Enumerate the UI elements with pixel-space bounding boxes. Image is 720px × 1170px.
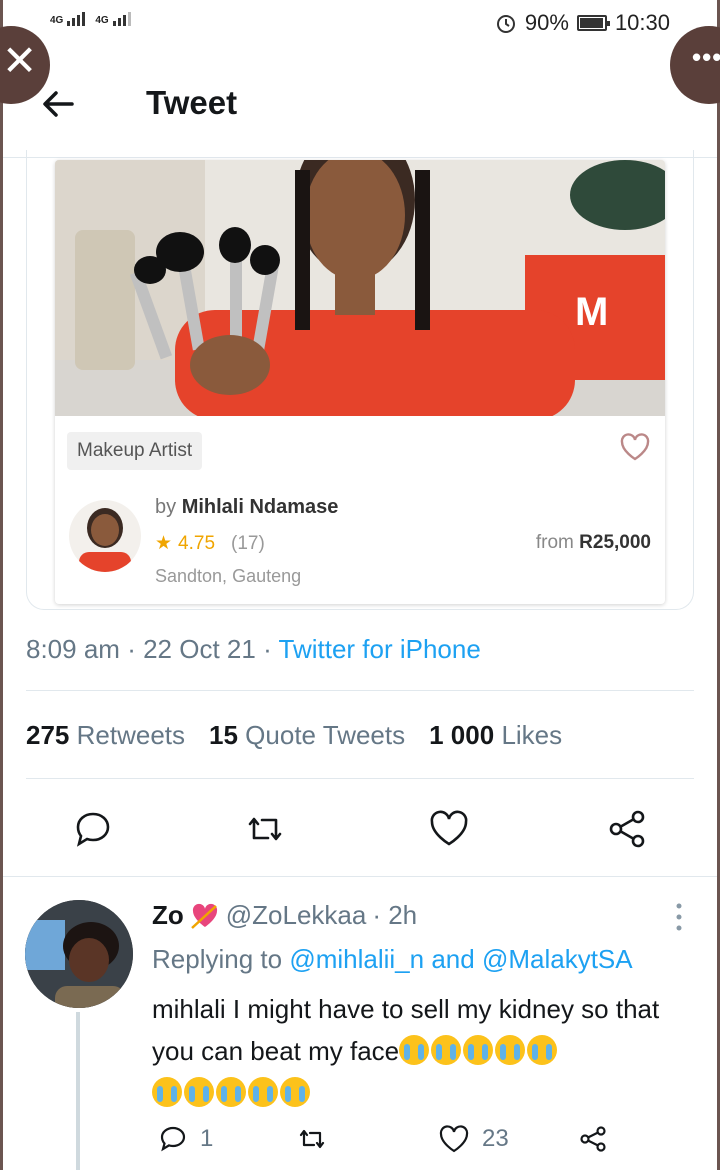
reply-share-button[interactable] xyxy=(578,1124,608,1154)
retweets-number: 275 xyxy=(26,720,70,750)
comment-icon[interactable] xyxy=(70,806,116,852)
reply-header: Zo @ZoLekkaa · 2h xyxy=(152,900,417,931)
signal-indicators: 4G 4G xyxy=(50,12,131,26)
tweet-header: Tweet xyxy=(0,60,720,158)
mention-link[interactable]: @MalakytSA xyxy=(482,944,633,974)
reply-author-name[interactable]: Zo xyxy=(152,900,184,931)
reply-time: · 2h xyxy=(372,900,418,930)
reply-count: 1 xyxy=(200,1125,214,1152)
mention-conjunction: and xyxy=(431,944,475,974)
tweet-timestamp: 8:09 am · 22 Oct 21 · Twitter for iPhone xyxy=(26,634,481,665)
reply-action-bar: 1 23 xyxy=(0,1124,720,1164)
heart-icon xyxy=(439,1125,469,1153)
signal-icon: 4G xyxy=(95,12,131,26)
divider xyxy=(0,876,720,877)
crying-emoji-icon xyxy=(152,1077,312,1108)
separator: · xyxy=(263,634,272,664)
like-count: 23 xyxy=(482,1125,509,1152)
artist-name[interactable]: Mihlali Ndamase xyxy=(182,496,339,518)
page-title: Tweet xyxy=(146,84,238,121)
network-label: 4G xyxy=(50,15,64,26)
signal-icon: 4G xyxy=(50,12,86,26)
share-icon xyxy=(580,1126,606,1152)
close-icon: ✕ xyxy=(2,36,38,85)
reply-text: mihlali I might have to sell my kidney s… xyxy=(152,988,692,1114)
price: from R25,000 xyxy=(536,532,651,554)
arrow-left-icon[interactable] xyxy=(38,84,78,124)
crying-emoji-icon xyxy=(399,1035,559,1066)
location: Sandton, Gauteng xyxy=(155,566,302,586)
by-prefix: by xyxy=(155,496,177,518)
svg-text:M: M xyxy=(575,290,608,334)
heart-icon[interactable] xyxy=(426,806,472,852)
price-amount: R25,000 xyxy=(579,532,651,553)
engagement-counts: 275 Retweets 15 Quote Tweets 1 000 Likes xyxy=(26,720,562,751)
divider xyxy=(26,778,694,779)
heart-icon[interactable] xyxy=(619,432,651,462)
reply-author-handle[interactable]: @ZoLekkaa xyxy=(226,900,367,931)
divider xyxy=(26,690,694,691)
rating: ★ 4.75 (17) xyxy=(155,532,265,555)
reply-comment-button[interactable]: 1 xyxy=(158,1124,213,1154)
tweet-source-link[interactable]: Twitter for iPhone xyxy=(279,634,481,664)
likes-count[interactable]: 1 000 Likes xyxy=(429,720,562,751)
retweet-icon xyxy=(299,1129,325,1149)
price-prefix: from xyxy=(535,532,574,553)
status-right: 90% 10:30 xyxy=(495,10,670,36)
retweets-label: Retweets xyxy=(76,720,186,750)
heart-arrow-emoji-icon xyxy=(190,903,217,929)
clock: 10:30 xyxy=(614,10,670,35)
rating-value: 4.75 xyxy=(178,532,216,554)
tweet-date: 22 Oct 21 xyxy=(143,634,256,664)
battery-icon xyxy=(576,15,610,31)
quote-tweets-count[interactable]: 15 Quote Tweets xyxy=(209,720,405,751)
quotes-number: 15 xyxy=(209,720,238,750)
replying-prefix: Replying to xyxy=(152,944,283,974)
likes-label: Likes xyxy=(501,720,563,750)
reply-retweet-button[interactable] xyxy=(296,1124,328,1154)
category-tag[interactable]: Makeup Artist xyxy=(67,432,203,470)
mention-link[interactable]: @mihlalii_n xyxy=(289,944,424,974)
star-icon: ★ xyxy=(155,533,173,554)
network-label: 4G xyxy=(95,15,109,26)
review-count: (17) xyxy=(231,532,265,554)
comment-icon xyxy=(160,1126,186,1152)
share-icon[interactable] xyxy=(604,806,650,852)
retweet-icon[interactable] xyxy=(242,806,288,852)
battery-percent: 90% xyxy=(524,10,569,35)
reply-avatar[interactable] xyxy=(25,900,133,1008)
retweets-count[interactable]: 275 Retweets xyxy=(26,720,185,751)
more-icon: ••• xyxy=(692,42,720,72)
separator: · xyxy=(127,634,136,664)
more-vertical-icon[interactable] xyxy=(674,902,684,932)
alarm-icon xyxy=(496,15,515,33)
reply-like-button[interactable]: 23 xyxy=(438,1124,509,1154)
tweet-time: 8:09 am xyxy=(26,634,120,664)
listing-card[interactable]: M Makeup Artist by Mihlali Ndamase ★ 4.7… xyxy=(55,160,665,604)
status-bar: 4G 4G 90% 10:30 xyxy=(0,0,720,48)
replying-to: Replying to @mihlalii_n and @MalakytSA xyxy=(152,944,633,975)
artist-byline: by Mihlali Ndamase xyxy=(155,496,338,519)
frame-left-edge xyxy=(0,0,3,1170)
likes-number: 1 000 xyxy=(429,720,495,750)
hero-image: M xyxy=(55,160,665,416)
tweet-action-bar xyxy=(0,806,720,856)
artist-avatar xyxy=(69,500,141,572)
quotes-label: Quote Tweets xyxy=(245,720,406,750)
